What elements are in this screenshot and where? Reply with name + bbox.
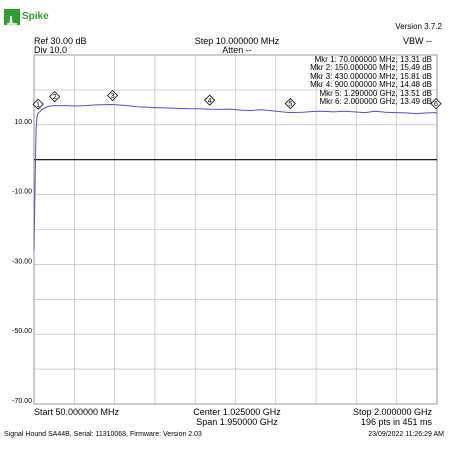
marker-3: 3 [106,89,119,102]
marker-readout-list: Mkr 1: 70.000000 MHz, 13.31 dB Mkr 2: 150… [310,55,432,106]
marker-readout-6: Mkr 6: 2.000000 GHz, 13.49 dB [319,96,432,106]
marker-2: 2 [49,91,61,103]
timestamp: 23/09/2022 11:26:29 AM [368,431,444,438]
marker-number: 1 [36,102,40,109]
y-tick-label: -70.00 [12,398,32,405]
marker-number: 2 [53,94,57,101]
span-label: Span 1.950000 GHz [196,417,278,427]
marker-4: 4 [204,94,216,106]
y-tick-label: -10.00 [12,189,32,196]
y-tick-label: -30.00 [12,258,32,265]
stop-frequency-label: Stop 2.000000 GHz [352,407,432,417]
marker-number: 3 [111,93,115,100]
y-tick-label: 10.00 [14,119,32,126]
marker-number: 6 [434,101,438,108]
grid [33,54,438,405]
points-sweep-label: 196 pts in 451 ms [360,417,432,427]
marker-1: 1 [32,98,44,110]
y-tick-labels: 10.00 -10.00 -30.00 -50.00 -70.00 [12,119,32,405]
marker-number: 4 [208,98,212,105]
start-frequency-label: Start 50.000000 MHz [34,407,120,417]
center-frequency-label: Center 1.025000 GHz [193,407,281,417]
y-tick-label: -50.00 [12,328,32,335]
marker-6: 6 [430,98,442,110]
device-info: Signal Hound SA44B, Serial: 11310068, Fi… [4,431,202,438]
marker-number: 5 [288,101,292,108]
marker-5: 5 [284,97,296,110]
